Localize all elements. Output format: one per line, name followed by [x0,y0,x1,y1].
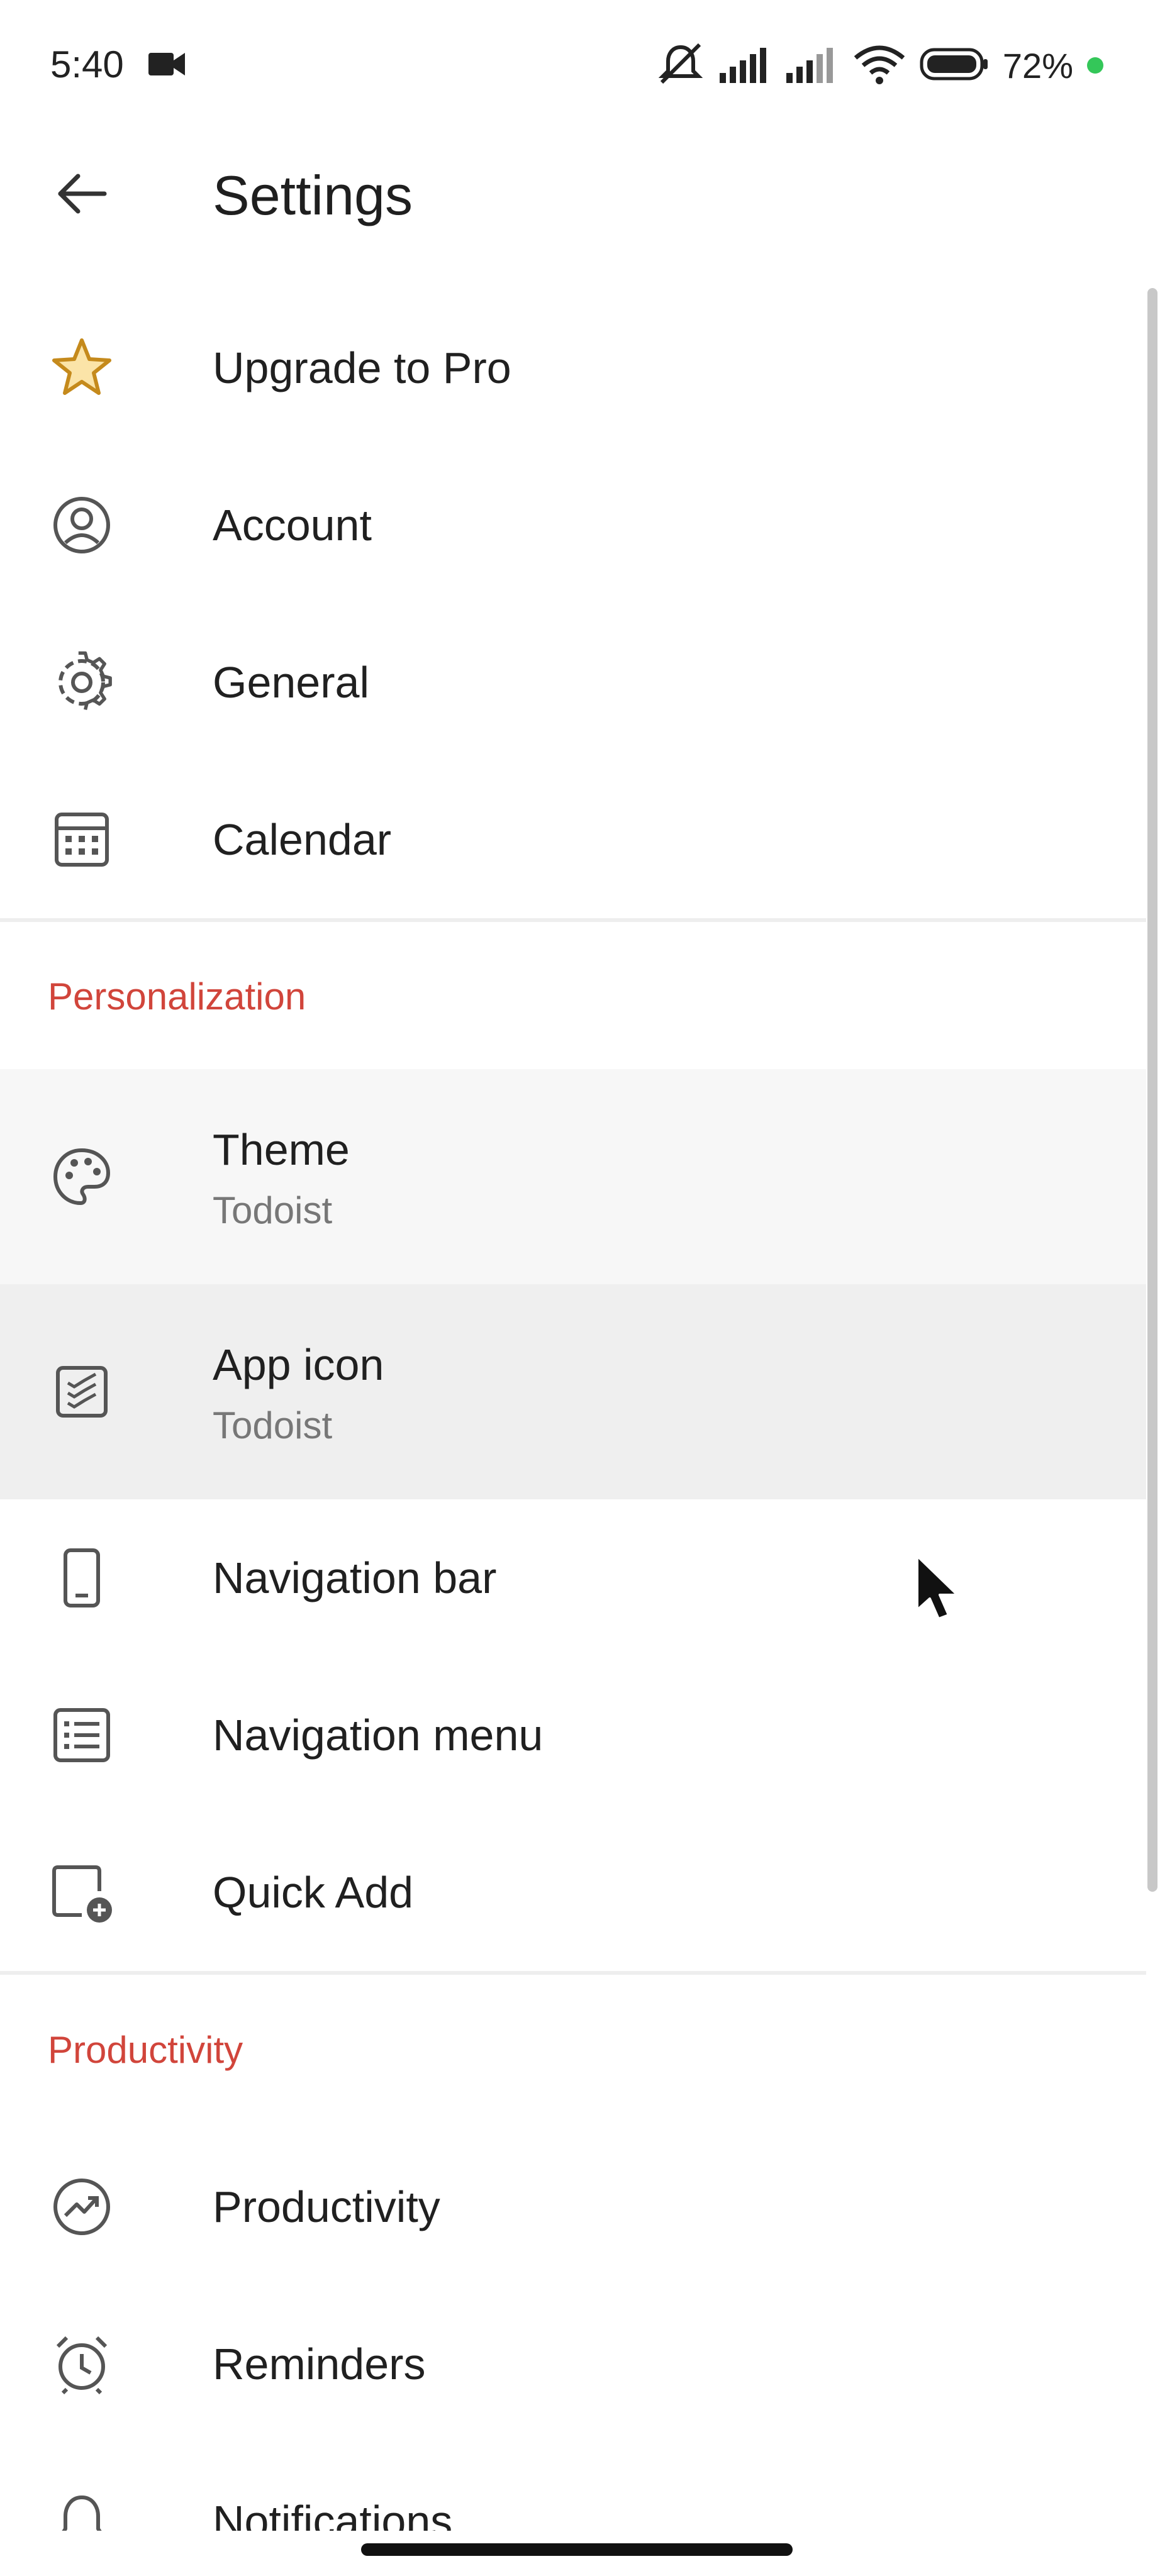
settings-item-label: Account [213,501,372,550]
app-bar: Settings [0,126,1160,264]
settings-item-label: Notifications [213,2497,453,2531]
alarm-icon [49,2331,114,2397]
account-circle-icon [49,492,114,558]
wifi-icon [853,44,906,87]
settings-item-label: Theme [213,1125,350,1174]
bell-icon [49,2489,114,2531]
settings-item-value: Todoist [213,1189,333,1231]
page-title: Settings [213,164,413,226]
home-indicator[interactable] [361,2543,793,2556]
settings-item-notifications[interactable]: Notifications [0,2443,1146,2531]
settings-item-calendar[interactable]: Calendar [0,761,1146,918]
settings-item-upgrade[interactable]: Upgrade to Pro [0,289,1146,447]
mute-vibrate-icon [655,42,706,89]
settings-item-quick-add[interactable]: Quick Add [0,1814,1146,1971]
phone-icon [49,1545,114,1611]
status-icons: 72% [655,40,1103,91]
gear-icon [49,650,114,715]
status-time: 5:40 [50,43,124,86]
settings-item-reminders[interactable]: Reminders [0,2285,1146,2443]
section-divider [0,918,1146,922]
palette-icon [49,1144,114,1209]
list-icon [49,1702,114,1768]
video-camera-icon [148,50,186,78]
battery-icon [920,48,989,84]
signal-icon [786,45,839,86]
settings-item-navigation-bar[interactable]: Navigation bar [0,1499,1146,1657]
settings-item-label: App icon [213,1340,384,1389]
section-header-personalization: Personalization [48,975,306,1018]
settings-item-theme[interactable]: Theme Todoist [0,1069,1146,1284]
settings-item-account[interactable]: Account [0,447,1146,604]
settings-item-app-icon[interactable]: App icon Todoist [0,1284,1146,1499]
arrow-left-icon [57,174,107,217]
mouse-cursor-icon [913,1553,964,1623]
privacy-indicator [1087,57,1103,74]
settings-item-notifications-clip: Notifications [0,2443,1146,2531]
settings-item-general[interactable]: General [0,604,1146,761]
settings-item-label: General [213,658,370,707]
settings-item-navigation-menu[interactable]: Navigation menu [0,1657,1146,1814]
battery-percent: 72% [1002,45,1073,86]
back-button[interactable] [38,151,126,239]
settings-item-productivity[interactable]: Productivity [0,2128,1146,2285]
star-icon [49,335,114,401]
trend-icon [49,2174,114,2240]
settings-item-label: Upgrade to Pro [213,343,511,392]
settings-item-label: Productivity [213,2182,440,2231]
calendar-icon [49,807,114,872]
section-header-productivity: Productivity [48,2029,243,2071]
scrollbar[interactable] [1147,288,1157,1892]
app-icon-icon [49,1359,114,1424]
settings-item-label: Calendar [213,815,392,864]
status-bar: 5:40 72% [0,0,1160,126]
settings-item-label: Navigation bar [213,1553,497,1602]
quick-add-icon [49,1860,114,1925]
signal-icon [719,45,772,86]
section-divider [0,1971,1146,1975]
settings-item-value: Todoist [213,1404,333,1446]
settings-item-label: Quick Add [213,1868,414,1917]
settings-item-label: Reminders [213,2340,426,2389]
settings-item-label: Navigation menu [213,1711,544,1760]
